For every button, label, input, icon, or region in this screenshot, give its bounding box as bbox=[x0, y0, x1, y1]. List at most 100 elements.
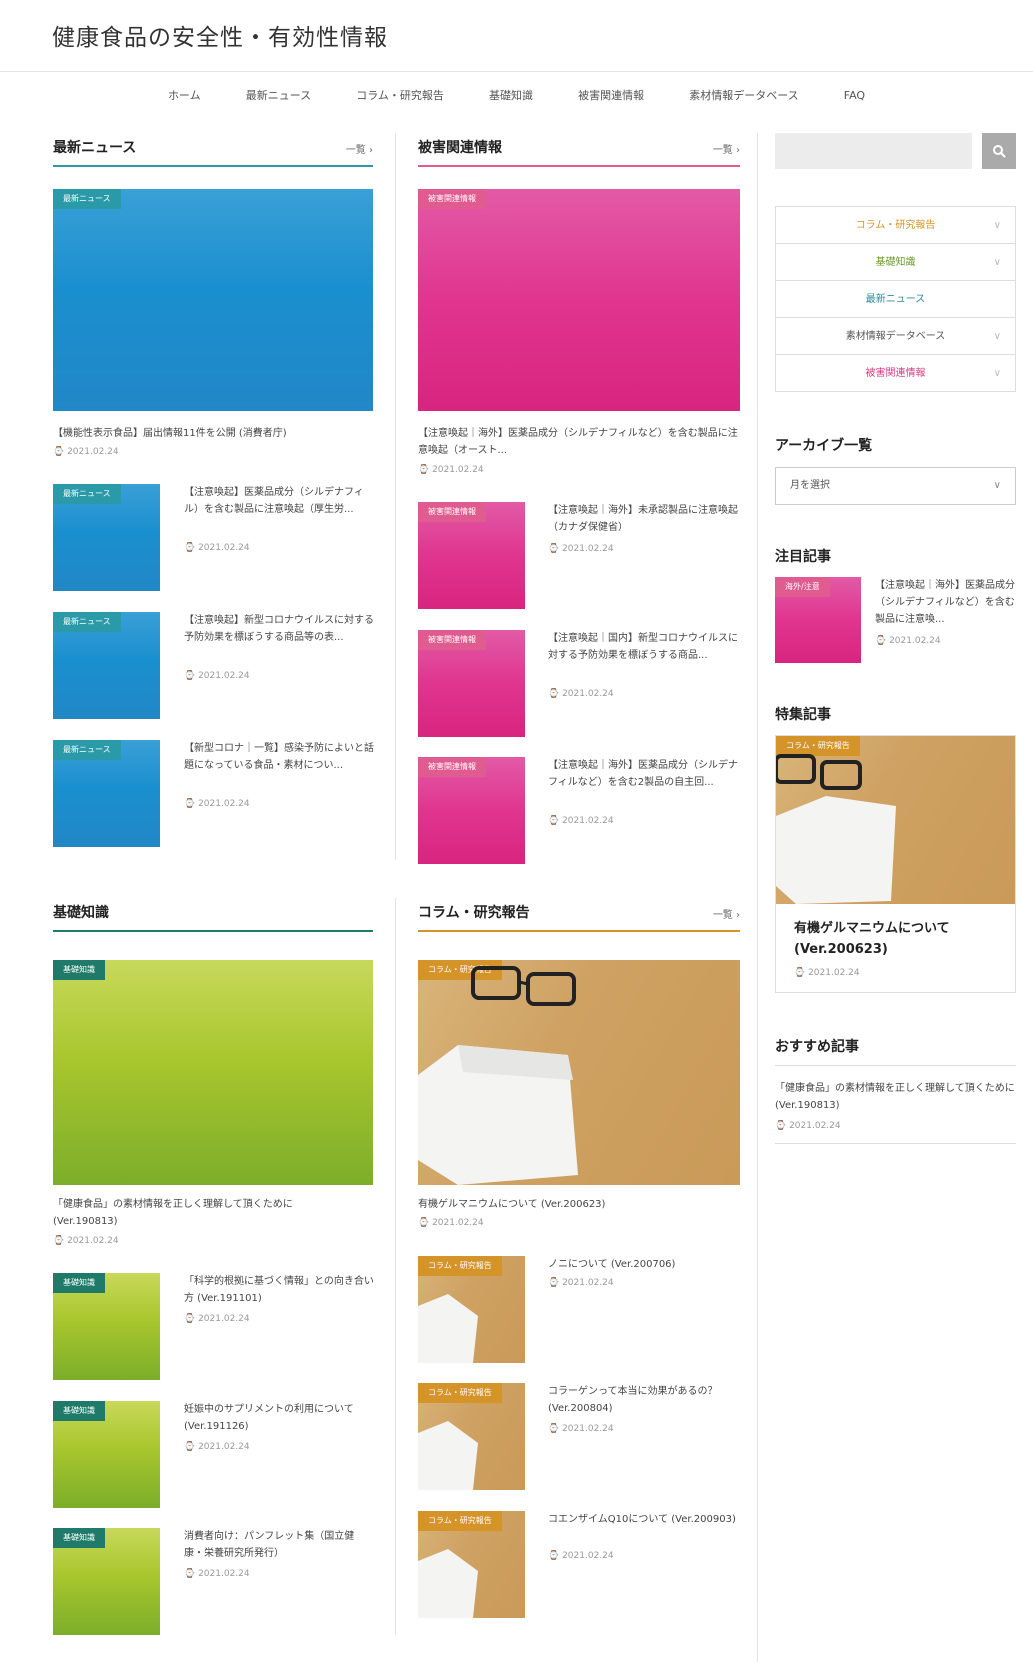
section-underline bbox=[418, 165, 740, 167]
more-link[interactable]: 一覧 › bbox=[713, 141, 740, 156]
post-date: ⌚ 2021.02.24 bbox=[418, 465, 484, 475]
post-thumbnail[interactable]: 最新ニュース bbox=[53, 484, 160, 591]
section-title: 被害関連情報 bbox=[418, 140, 502, 156]
nav-faq[interactable]: FAQ bbox=[844, 85, 865, 107]
feature-card[interactable]: コラム・研究報告 有機ゲルマニウムについて (Ver.200623) ⌚ 202… bbox=[775, 735, 1016, 993]
search-input[interactable] bbox=[775, 133, 972, 169]
recommend-heading: おすすめ記事 bbox=[775, 1039, 859, 1055]
post-title[interactable]: 【注意喚起】医薬品成分（シルデナフィル）を含む製品に注意喚起（厚生労... bbox=[184, 484, 374, 518]
category-item-basics[interactable]: 基礎知識 ∨ bbox=[775, 243, 1016, 281]
category-badge: 被害関連情報 bbox=[418, 630, 486, 650]
post-thumbnail[interactable]: 基礎知識 bbox=[53, 1273, 160, 1380]
featured-thumbnail[interactable]: 被害関連情報 bbox=[418, 189, 740, 411]
global-nav: ホーム 最新ニュース コラム・研究報告 基礎知識 被害関連情報 素材情報データベ… bbox=[0, 84, 1033, 106]
more-link[interactable]: 一覧 › bbox=[713, 906, 740, 921]
category-badge: 被害関連情報 bbox=[418, 189, 486, 209]
post-date: ⌚ 2021.02.24 bbox=[548, 1278, 614, 1288]
post-title[interactable]: 【注意喚起｜海外】未承認製品に注意喚起（カナダ保健省） bbox=[548, 502, 740, 536]
post-date: ⌚ 2021.02.24 bbox=[875, 636, 941, 646]
site-header: 健康食品の安全性・有効性情報 bbox=[0, 0, 1033, 72]
chevron-down-icon[interactable]: ∨ bbox=[994, 244, 1001, 282]
nav-database[interactable]: 素材情報データベース bbox=[689, 85, 798, 107]
mask-illustration bbox=[418, 1421, 478, 1490]
section-title: コラム・研究報告 bbox=[418, 905, 530, 921]
post-title[interactable]: 【新型コロナ｜一覧】感染予防によいと話題になっている食品・素材につい... bbox=[184, 740, 374, 774]
post-date: ⌚ 2021.02.24 bbox=[184, 671, 250, 681]
feature-title[interactable]: 有機ゲルマニウムについて (Ver.200623) bbox=[794, 918, 999, 960]
post-title[interactable]: 【注意喚起｜国内】新型コロナウイルスに対する予防効果を標ぼうする商品... bbox=[548, 630, 740, 664]
category-badge: 基礎知識 bbox=[53, 960, 105, 980]
featured-thumbnail[interactable]: 基礎知識 bbox=[53, 960, 373, 1185]
chevron-down-icon[interactable]: ∨ bbox=[994, 207, 1001, 245]
column-divider bbox=[395, 133, 396, 860]
search-button[interactable] bbox=[982, 133, 1016, 169]
post-date: ⌚ 2021.02.24 bbox=[548, 1424, 614, 1434]
post-title[interactable]: コエンザイムQ10について (Ver.200903) bbox=[548, 1511, 740, 1528]
nav-basics[interactable]: 基礎知識 bbox=[489, 85, 533, 107]
featured-title[interactable]: 有機ゲルマニウムについて (Ver.200623) bbox=[418, 1196, 740, 1213]
post-thumbnail[interactable]: 最新ニュース bbox=[53, 612, 160, 719]
mask-illustration bbox=[418, 1549, 478, 1618]
post-date: ⌚ 2021.02.24 bbox=[184, 799, 250, 809]
post-thumbnail[interactable]: 被害関連情報 bbox=[418, 757, 525, 864]
post-title[interactable]: 【注意喚起｜海外】医薬品成分（シルデナフィルなど）を含む2製品の自主回... bbox=[548, 757, 740, 791]
feature-heading: 特集記事 bbox=[775, 707, 831, 723]
section-news-header: 最新ニュース 一覧 › bbox=[53, 133, 373, 167]
featured-title[interactable]: 【注意喚起｜海外】医薬品成分（シルデナフィルなど）を含む製品に注意喚起（オースト… bbox=[418, 425, 740, 459]
featured-title[interactable]: 【機能性表示食品】届出情報11件を公開 (消費者庁) bbox=[53, 425, 373, 442]
post-thumbnail[interactable]: 最新ニュース bbox=[53, 740, 160, 847]
nav-damage[interactable]: 被害関連情報 bbox=[578, 85, 644, 107]
nav-news[interactable]: 最新ニュース bbox=[246, 85, 311, 107]
section-underline bbox=[418, 930, 740, 932]
post-thumbnail[interactable]: 基礎知識 bbox=[53, 1528, 160, 1635]
post-title[interactable]: 消費者向け：パンフレット集（国立健康・栄養研究所発行） bbox=[184, 1528, 374, 1562]
post-thumbnail[interactable]: コラム・研究報告 bbox=[418, 1256, 525, 1363]
post-title[interactable]: 【注意喚起】新型コロナウイルスに対する予防効果を標ぼうする商品等の表... bbox=[184, 612, 374, 646]
category-item-column[interactable]: コラム・研究報告 ∨ bbox=[775, 206, 1016, 244]
column-divider bbox=[395, 898, 396, 1635]
post-date: ⌚ 2021.02.24 bbox=[548, 1551, 614, 1561]
category-badge: 被害関連情報 bbox=[418, 757, 486, 777]
mask-glasses-illustration bbox=[776, 754, 896, 904]
category-item-database[interactable]: 素材情報データベース ∨ bbox=[775, 317, 1016, 355]
recommend-title[interactable]: 「健康食品」の素材情報を正しく理解して頂くために (Ver.190813) bbox=[775, 1080, 1016, 1114]
post-title[interactable]: コラーゲンって本当に効果があるの？ (Ver.200804) bbox=[548, 1383, 740, 1417]
category-menu: コラム・研究報告 ∨ 基礎知識 ∨ 最新ニュース 素材情報データベース ∨ 被害… bbox=[775, 206, 1016, 392]
category-badge: 最新ニュース bbox=[53, 612, 121, 632]
post-thumbnail[interactable]: 被害関連情報 bbox=[418, 630, 525, 737]
post-thumbnail[interactable]: コラム・研究報告 bbox=[418, 1511, 525, 1618]
attention-title[interactable]: 【注意喚起｜海外】医薬品成分（シルデナフィルなど）を含む製品に注意喚... bbox=[875, 577, 1016, 628]
category-item-damage[interactable]: 被害関連情報 ∨ bbox=[775, 354, 1016, 392]
featured-title[interactable]: 「健康食品」の素材情報を正しく理解して頂くために (Ver.190813) bbox=[53, 1196, 353, 1230]
post-date: ⌚ 2021.02.24 bbox=[794, 968, 860, 978]
site-title[interactable]: 健康食品の安全性・有効性情報 bbox=[52, 18, 388, 52]
chevron-down-icon[interactable]: ∨ bbox=[994, 355, 1001, 393]
mask-illustration bbox=[418, 1294, 478, 1363]
post-date: ⌚ 2021.02.24 bbox=[548, 816, 614, 826]
section-underline bbox=[53, 930, 373, 932]
category-badge: 基礎知識 bbox=[53, 1528, 105, 1548]
attention-thumbnail[interactable]: 海外/注意 bbox=[775, 577, 861, 663]
more-link[interactable]: 一覧 › bbox=[346, 141, 373, 156]
chevron-down-icon: ∨ bbox=[993, 480, 1001, 491]
post-thumbnail[interactable]: 被害関連情報 bbox=[418, 502, 525, 609]
featured-thumbnail[interactable]: コラム・研究報告 bbox=[418, 960, 740, 1185]
chevron-down-icon[interactable]: ∨ bbox=[994, 318, 1001, 356]
search-icon bbox=[993, 145, 1006, 158]
section-title: 基礎知識 bbox=[53, 905, 109, 921]
feature-thumbnail[interactable]: コラム・研究報告 bbox=[776, 736, 1015, 904]
category-badge: 最新ニュース bbox=[53, 484, 121, 504]
post-date: ⌚ 2021.02.24 bbox=[775, 1121, 841, 1131]
divider bbox=[775, 1065, 1016, 1066]
featured-thumbnail[interactable]: 最新ニュース bbox=[53, 189, 373, 411]
nav-home[interactable]: ホーム bbox=[168, 85, 201, 107]
post-date: ⌚ 2021.02.24 bbox=[548, 689, 614, 699]
nav-column[interactable]: コラム・研究報告 bbox=[356, 85, 444, 107]
post-title[interactable]: 妊娠中のサプリメントの利用について (Ver.191126) bbox=[184, 1401, 374, 1435]
post-thumbnail[interactable]: コラム・研究報告 bbox=[418, 1383, 525, 1490]
category-item-news[interactable]: 最新ニュース bbox=[775, 280, 1016, 318]
post-title[interactable]: ノニについて (Ver.200706) bbox=[548, 1256, 740, 1273]
post-thumbnail[interactable]: 基礎知識 bbox=[53, 1401, 160, 1508]
archive-select[interactable]: 月を選択 ∨ bbox=[775, 467, 1016, 505]
post-title[interactable]: 「科学的根拠に基づく情報」との向き合い方 (Ver.191101) bbox=[184, 1273, 374, 1307]
